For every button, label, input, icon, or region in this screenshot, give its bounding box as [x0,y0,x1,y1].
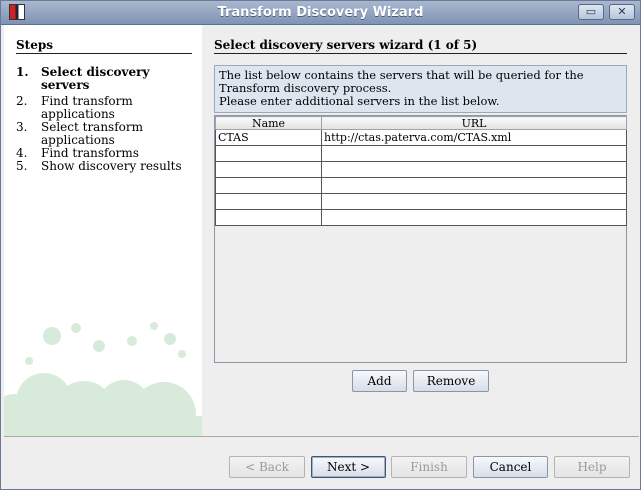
footer-divider [4,436,639,437]
server-name-cell[interactable] [215,145,322,162]
table-row[interactable] [215,145,627,162]
server-url-cell[interactable]: http://ctas.paterva.com/CTAS.xml [321,129,627,146]
panel-title: Select discovery servers wizard (1 of 5) [214,38,478,52]
wizard-window: Transform Discovery Wizard ▭ ✕ Steps 1. … [0,0,641,490]
back-button[interactable]: < Back [229,456,305,478]
servers-table[interactable]: Name URL CTAS http://ctas.paterva.com/CT… [214,115,627,363]
step-label: Select transform applications [41,120,143,147]
server-url-cell[interactable] [321,161,627,178]
column-header-url[interactable]: URL [321,116,627,130]
panel-divider [214,53,627,54]
help-button[interactable]: Help [554,456,630,478]
table-row[interactable] [215,177,627,194]
table-row[interactable] [215,209,627,226]
maximize-button[interactable]: ▭ [578,4,604,20]
steps-heading: Steps [16,38,53,52]
title-bar[interactable]: Transform Discovery Wizard ▭ ✕ [1,1,640,25]
remove-server-button[interactable]: Remove [413,370,489,392]
info-box: The list below contains the servers that… [214,65,627,113]
step-number: 2. [16,94,28,108]
step-label: Find transform applications [41,94,133,121]
info-line: Please enter additional servers in the l… [219,94,500,108]
table-row[interactable] [215,193,627,210]
close-button[interactable]: ✕ [609,4,635,20]
column-header-name[interactable]: Name [215,116,322,130]
server-url-cell[interactable] [321,177,627,194]
server-name-cell[interactable]: CTAS [215,129,322,146]
next-button[interactable]: Next > [311,456,386,478]
step-number: 3. [16,120,28,134]
table-header-row: Name URL [215,116,627,130]
server-name-cell[interactable] [215,161,322,178]
server-name-cell[interactable] [215,193,322,210]
server-url-cell[interactable] [321,145,627,162]
server-name-cell[interactable] [215,209,322,226]
table-row[interactable] [215,161,627,178]
server-name-cell[interactable] [215,177,322,194]
step-label: Show discovery results [41,159,182,173]
cancel-button[interactable]: Cancel [473,456,548,478]
steps-divider [16,53,192,54]
step-number: 1. [16,65,29,79]
step-label: Select discovery servers [41,65,150,92]
server-url-cell[interactable] [321,209,627,226]
step-number: 5. [16,159,28,173]
content-pane: Select discovery servers wizard (1 of 5)… [202,25,639,436]
server-url-cell[interactable] [321,193,627,210]
add-server-button[interactable]: Add [352,370,407,392]
table-row[interactable]: CTAS http://ctas.paterva.com/CTAS.xml [215,129,627,146]
steps-pane: Steps 1. Select discovery servers 2. Fin… [4,25,202,436]
decorative-bubbles [4,322,202,436]
finish-button[interactable]: Finish [391,456,467,478]
window-title: Transform Discovery Wizard [217,5,424,20]
